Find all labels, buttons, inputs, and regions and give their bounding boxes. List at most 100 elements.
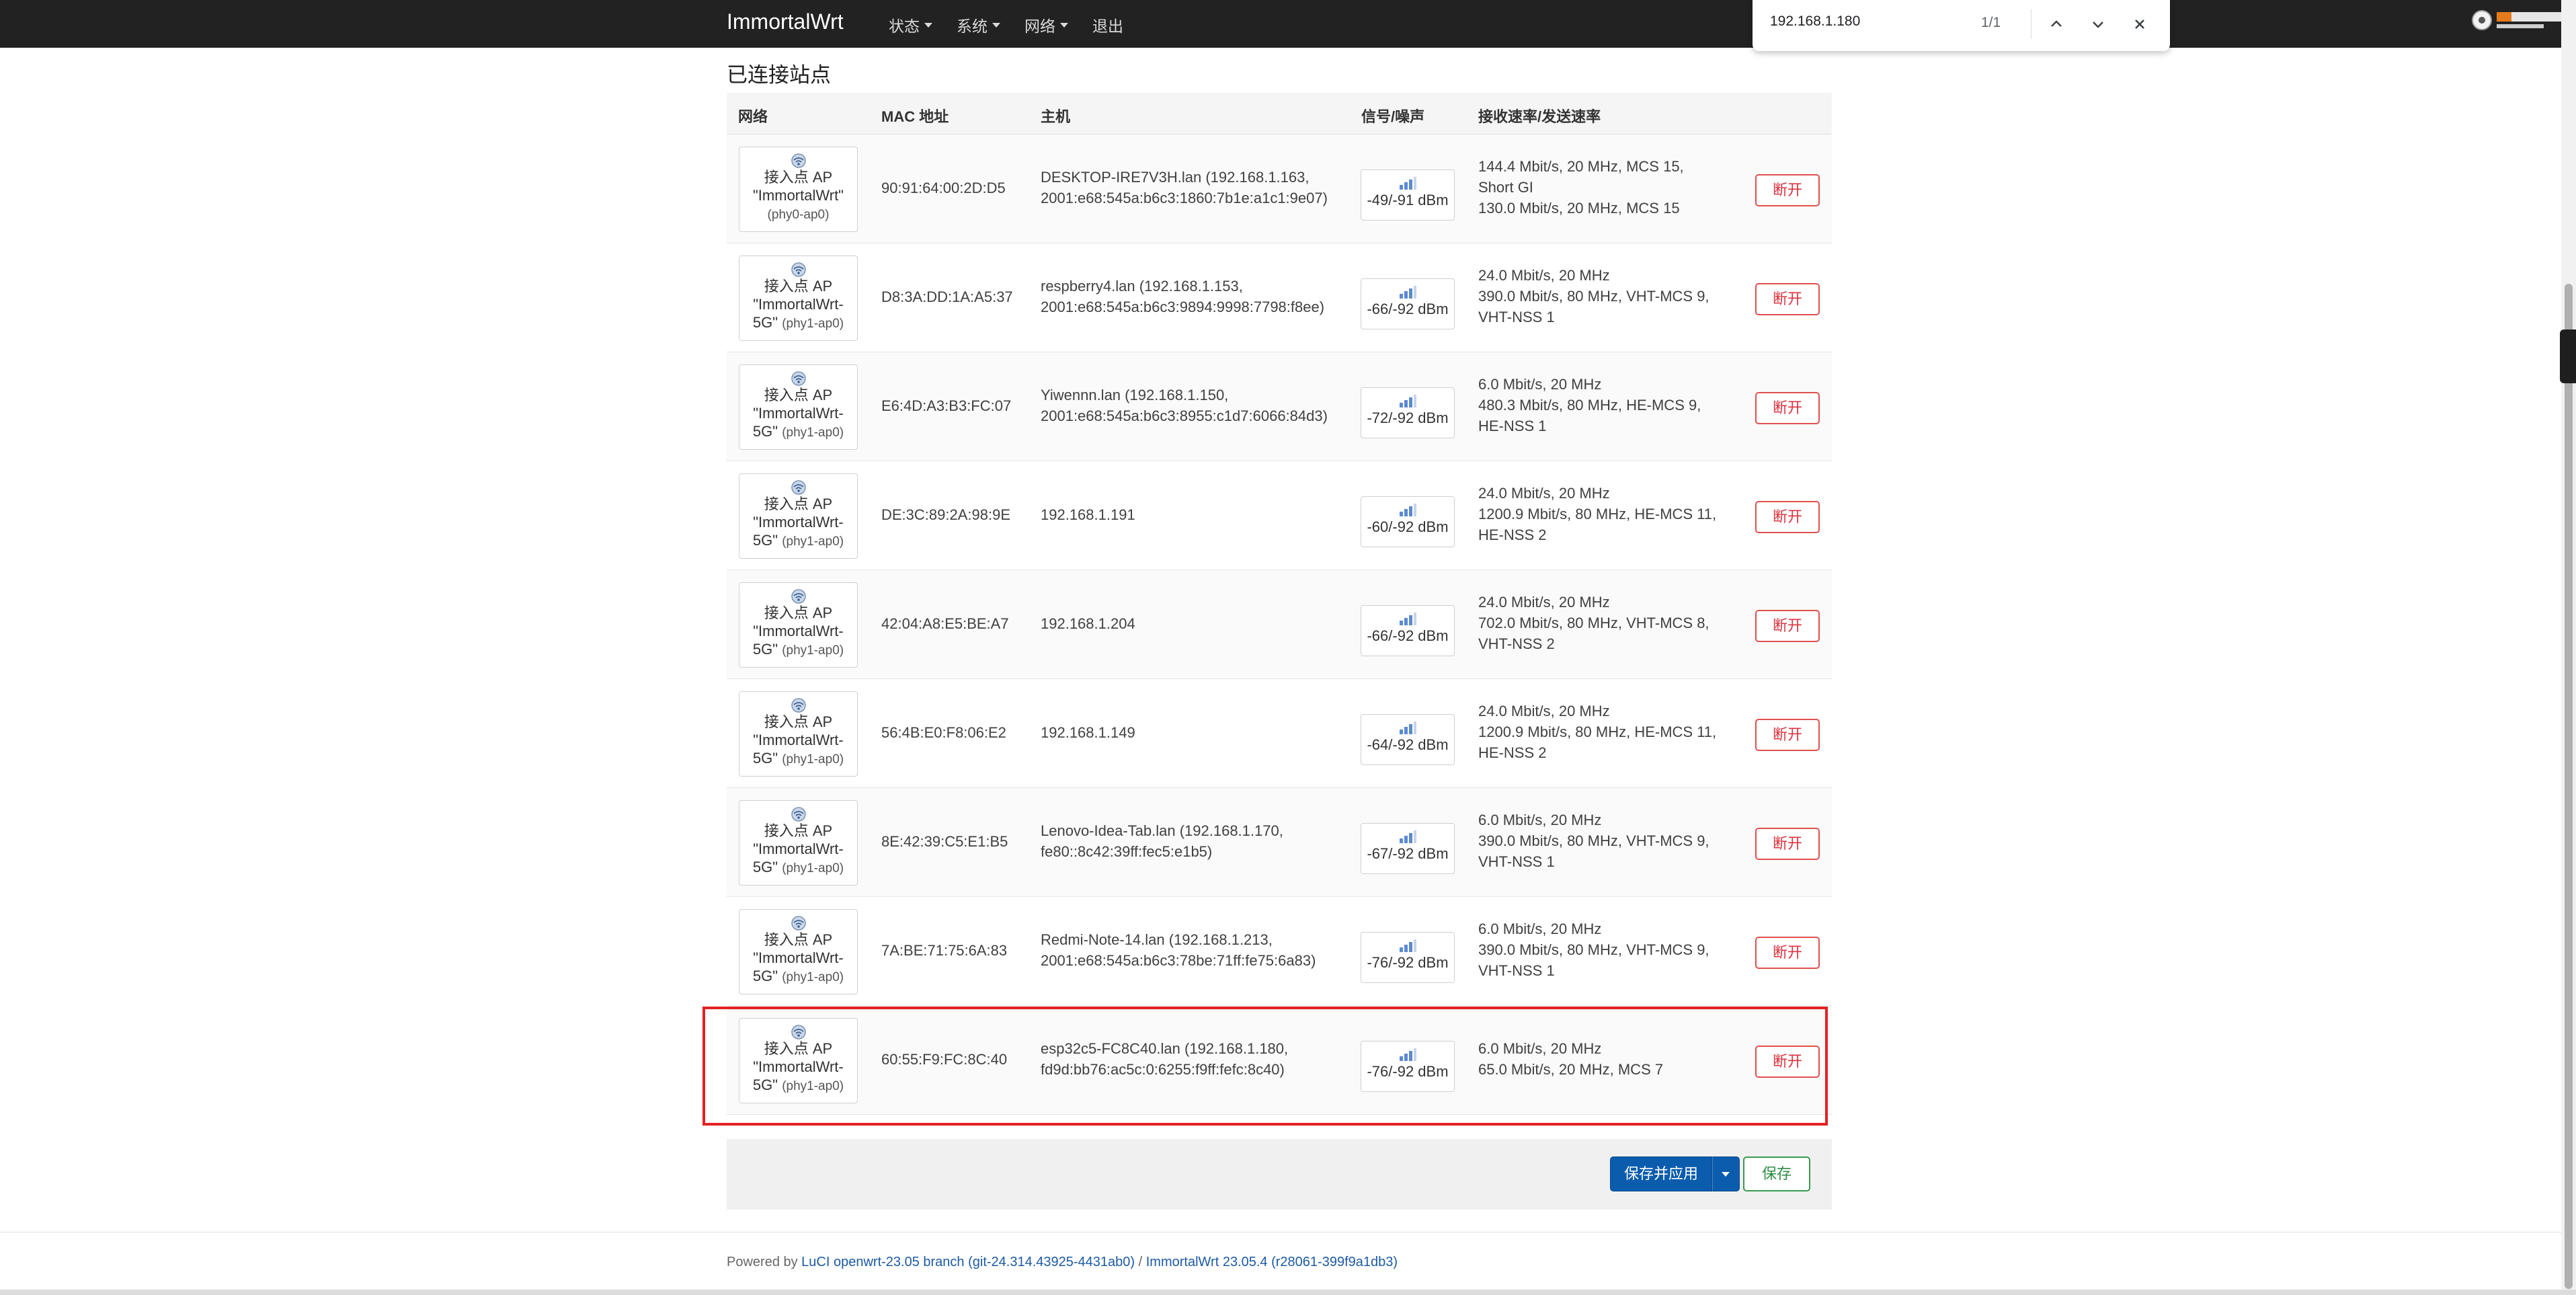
mac-address: 56:4B:E0:F8:06:E2 — [881, 724, 1006, 741]
wifi-icon — [791, 807, 806, 822]
table-row: 接入点 AP "ImmortalWrt- 5G" (phy1-ap0) 56:4B:E… — [727, 679, 1832, 788]
signal-strength-icon — [1400, 504, 1416, 516]
wifi-icon — [791, 480, 806, 495]
network-badge[interactable]: 接入点 AP "ImmortalWrt- 5G" (phy1-ap0) — [739, 473, 858, 559]
network-badge[interactable]: 接入点 AP "ImmortalWrt- 5G" (phy1-ap0) — [739, 256, 858, 341]
disconnect-button[interactable]: 断开 — [1755, 610, 1820, 642]
find-input[interactable] — [1770, 13, 1945, 30]
signal-noise-value: -72/-92 dBm — [1367, 409, 1449, 426]
network-device: (phy1-ap0) — [782, 1079, 844, 1093]
rate-line: HE-NSS 2 — [1478, 526, 1547, 543]
wifi-icon — [791, 1025, 806, 1039]
scrollbar-thumb[interactable] — [2565, 284, 2573, 1289]
network-type: 接入点 AP — [764, 169, 833, 186]
signal-badge: -66/-92 dBm — [1361, 278, 1455, 329]
rate-line: VHT-NSS 1 — [1478, 309, 1555, 325]
rate-line: 6.0 Mbit/s, 20 MHz — [1478, 920, 1602, 937]
host-cell: Lenovo-Idea-Tab.lan (192.168.1.170, fe80:… — [1041, 820, 1283, 862]
signal-badge: -64/-92 dBm — [1361, 714, 1455, 765]
network-ssid-cont: 5G" — [752, 532, 778, 549]
signal-badge: -66/-92 dBm — [1361, 605, 1455, 656]
host-name: 192.168.1.149 — [1041, 724, 1135, 741]
footer: Powered by LuCI openwrt-23.05 branch (gi… — [727, 1255, 1398, 1270]
signal-noise-value: -67/-92 dBm — [1367, 845, 1449, 862]
host-ipv6: fe80::8c42:39ff:fec5:e1b5) — [1041, 843, 1213, 860]
signal-noise-value: -64/-92 dBm — [1367, 736, 1449, 753]
network-device: (phy1-ap0) — [782, 426, 844, 440]
disconnect-button[interactable]: 断开 — [1755, 719, 1820, 751]
disconnect-button[interactable]: 断开 — [1755, 174, 1820, 206]
browser-find-bar: 1/1 — [1753, 0, 2170, 51]
disconnect-button[interactable]: 断开 — [1755, 392, 1820, 424]
table-row: 接入点 AP "ImmortalWrt" (phy0-ap0) 90:91:64:0… — [727, 134, 1832, 243]
network-badge[interactable]: 接入点 AP "ImmortalWrt" (phy0-ap0) — [739, 147, 858, 232]
host-cell: Redmi-Note-14.lan (192.168.1.213, 2001:e6… — [1041, 929, 1316, 971]
chevron-down-icon — [2093, 22, 2103, 28]
network-badge[interactable]: 接入点 AP "ImmortalWrt- 5G" (phy1-ap0) — [739, 364, 858, 450]
disconnect-button[interactable]: 断开 — [1755, 937, 1820, 969]
network-ssid: "ImmortalWrt- — [753, 623, 844, 639]
save-apply-dropdown-button[interactable] — [1712, 1156, 1740, 1191]
footer-separator: / — [1135, 1255, 1146, 1269]
find-close-button[interactable] — [2126, 11, 2153, 38]
mac-address: 42:04:A8:E5:BE:A7 — [881, 615, 1009, 632]
rate-line: 1200.9 Mbit/s, 80 MHz, HE-MCS 11, — [1478, 506, 1717, 522]
section-title: 已连接站点 — [727, 63, 831, 87]
luci-link[interactable]: LuCI openwrt-23.05 branch (git-24.314.43… — [801, 1255, 1135, 1269]
network-badge[interactable]: 接入点 AP "ImmortalWrt- 5G" (phy1-ap0) — [739, 800, 858, 886]
host-ipv6: 2001:e68:545a:b6c3:8955:c1d7:6066:84d3) — [1041, 407, 1328, 424]
network-ssid-cont: 5G" — [752, 1076, 778, 1093]
signal-noise-value: -60/-92 dBm — [1367, 518, 1449, 535]
wifi-icon — [791, 916, 806, 931]
network-type: 接入点 AP — [764, 496, 833, 512]
table-row: 接入点 AP "ImmortalWrt- 5G" (phy1-ap0) D8:3A:D… — [727, 243, 1832, 352]
disconnect-button[interactable]: 断开 — [1755, 283, 1820, 315]
rate-line: 6.0 Mbit/s, 20 MHz — [1478, 1040, 1602, 1057]
associated-stations-table: 网络 MAC 地址 主机 信号/噪声 接收速率/发送速率 接入点 AP "Immo… — [727, 93, 1832, 1115]
disconnect-button[interactable]: 断开 — [1755, 1046, 1820, 1078]
rate-line: 24.0 Mbit/s, 20 MHz — [1478, 267, 1610, 284]
header-host: 主机 — [1041, 108, 1071, 125]
save-apply-button[interactable]: 保存并应用 — [1610, 1156, 1712, 1191]
network-ssid: "ImmortalWrt- — [753, 840, 844, 857]
rate-line: 1200.9 Mbit/s, 80 MHz, HE-MCS 11, — [1478, 723, 1717, 740]
wifi-icon — [791, 262, 806, 277]
signal-strength-icon — [1400, 177, 1416, 190]
network-type: 接入点 AP — [764, 604, 833, 621]
network-device: (phy1-ap0) — [782, 535, 844, 549]
disconnect-button[interactable]: 断开 — [1755, 828, 1820, 860]
find-previous-button[interactable] — [2043, 11, 2070, 38]
menu-system[interactable]: 系统 — [957, 13, 1000, 36]
signal-noise-value: -49/-91 dBm — [1367, 192, 1449, 208]
mac-address: D8:3A:DD:1A:A5:37 — [881, 288, 1013, 305]
rate-line: 6.0 Mbit/s, 20 MHz — [1478, 376, 1602, 393]
form-actions: 保存并应用 保存 — [727, 1139, 1832, 1210]
brand-logo[interactable]: ImmortalWrt — [727, 9, 844, 34]
host-ipv6: 2001:e68:545a:b6c3:9894:9998:7798:f8ee) — [1041, 299, 1325, 315]
rate-cell: 24.0 Mbit/s, 20 MHz 1200.9 Mbit/s, 80 MHz… — [1478, 483, 1716, 545]
network-badge[interactable]: 接入点 AP "ImmortalWrt- 5G" (phy1-ap0) — [739, 1018, 858, 1103]
header-mac: MAC 地址 — [881, 108, 949, 125]
wifi-icon — [791, 698, 806, 713]
disconnect-button[interactable]: 断开 — [1755, 501, 1820, 533]
signal-strength-icon — [1400, 830, 1416, 843]
network-ssid-cont: 5G" — [752, 859, 778, 875]
signal-noise-value: -66/-92 dBm — [1367, 301, 1449, 317]
mac-address: 90:91:64:00:2D:D5 — [881, 180, 1006, 196]
find-next-button[interactable] — [2085, 11, 2111, 38]
network-ssid-cont: 5G" — [752, 750, 778, 767]
network-device: (phy1-ap0) — [782, 861, 844, 875]
network-device: (phy1-ap0) — [782, 752, 844, 767]
save-button[interactable]: 保存 — [1743, 1156, 1810, 1191]
menu-status[interactable]: 状态 — [889, 13, 932, 36]
table-row: 接入点 AP "ImmortalWrt- 5G" (phy1-ap0) 8E:42:3… — [727, 788, 1832, 897]
menu-network[interactable]: 网络 — [1024, 13, 1068, 36]
network-badge[interactable]: 接入点 AP "ImmortalWrt- 5G" (phy1-ap0) — [739, 582, 858, 668]
network-badge[interactable]: 接入点 AP "ImmortalWrt- 5G" (phy1-ap0) — [739, 691, 858, 777]
immortalwrt-version-link[interactable]: ImmortalWrt 23.05.4 (r28061-399f9a1db3) — [1146, 1255, 1398, 1269]
close-icon — [2135, 19, 2144, 29]
menu-logout[interactable]: 退出 — [1092, 13, 1123, 36]
host-name: 192.168.1.191 — [1041, 506, 1135, 523]
side-panel-tab[interactable] — [2560, 329, 2576, 383]
network-badge[interactable]: 接入点 AP "ImmortalWrt- 5G" (phy1-ap0) — [739, 909, 858, 994]
